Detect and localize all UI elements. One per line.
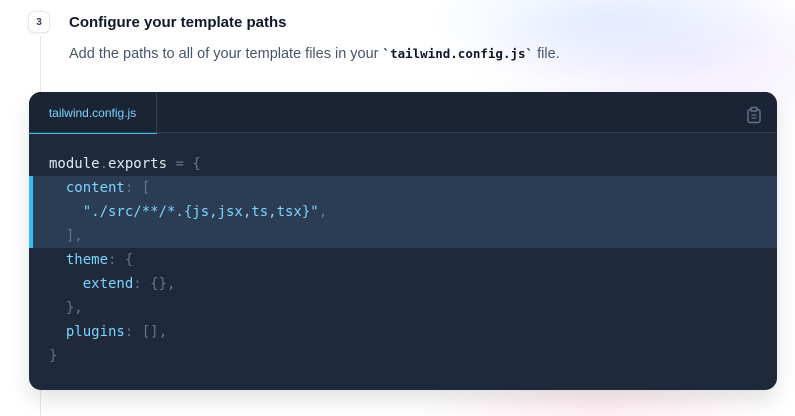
clipboard-icon <box>747 106 761 124</box>
token-punctuation: ], <box>65 228 83 244</box>
token-punctuation: : [], <box>124 324 168 340</box>
tab-label: tailwind.config.js <box>48 105 137 120</box>
token-identifier: exports <box>108 156 168 172</box>
code-block: module.exports = { content: [ "./src/**/… <box>29 152 777 368</box>
step-title: Configure your template paths <box>69 14 287 31</box>
token-punctuation: } <box>49 348 58 364</box>
token-punctuation: : [ <box>124 180 151 196</box>
token-key: plugins <box>65 324 125 340</box>
code-line-9: } <box>29 344 777 368</box>
token-punctuation: : {}, <box>133 276 176 292</box>
active-tab-indicator <box>29 133 157 134</box>
code-line-7: }, <box>29 296 777 320</box>
token-punctuation: , <box>318 204 328 220</box>
code-line-5: theme: { <box>29 248 777 272</box>
code-line-4: ], <box>29 224 777 248</box>
token-identifier: module <box>49 156 100 172</box>
token-punctuation: . <box>99 156 109 172</box>
token-key: content <box>65 180 125 196</box>
code-window: tailwind.config.js module.exports = { co… <box>29 92 777 390</box>
code-line-1: module.exports = { <box>29 152 777 176</box>
token-key: theme <box>65 252 109 268</box>
token-punctuation: = { <box>167 156 201 172</box>
code-line-6: extend: {}, <box>29 272 777 296</box>
step-description-suffix: file. <box>533 46 560 62</box>
code-tab-bar: tailwind.config.js <box>29 92 777 134</box>
token-key: extend <box>82 276 134 292</box>
config-file-code: `tailwind.config.js` <box>382 46 534 61</box>
code-line-3: "./src/**/*.{js,jsx,ts,tsx}", <box>29 200 777 224</box>
token-punctuation: }, <box>65 300 83 316</box>
copy-button[interactable] <box>745 106 763 124</box>
step-description: Add the paths to all of your template fi… <box>69 46 560 62</box>
step-number-badge: 3 <box>28 11 50 33</box>
step-description-text: Add the paths to all of your template fi… <box>69 46 383 62</box>
code-line-2: content: [ <box>29 176 777 200</box>
token-string: "./src/**/*.{js,jsx,ts,tsx}" <box>82 204 319 220</box>
tab-tailwind-config[interactable]: tailwind.config.js <box>29 92 157 134</box>
code-line-8: plugins: [], <box>29 320 777 344</box>
token-punctuation: : { <box>108 252 134 268</box>
